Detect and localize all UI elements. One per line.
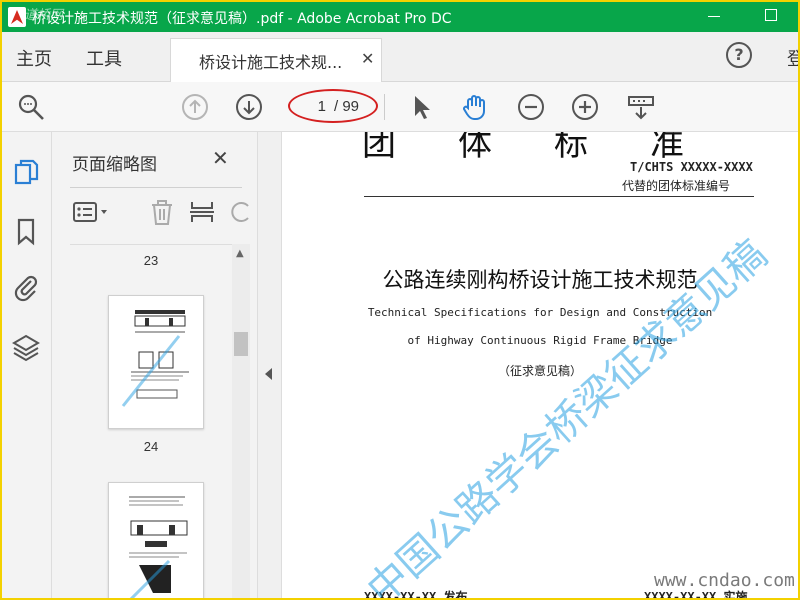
delete-page-icon[interactable] [148,198,176,226]
select-cursor-icon[interactable] [406,92,436,122]
extract-page-icon[interactable] [188,198,216,226]
rotate-page-icon[interactable] [228,198,256,226]
annotation-circle [288,89,378,123]
thumbnails-scrollbar[interactable]: ▲ [232,244,250,598]
document-tab-label: 桥设计施工技术规... [199,53,343,72]
standard-number: T/CHTS XXXXX-XXXX [630,160,753,174]
app-window: 道桥网 桥设计施工技术规范（征求意见稿）.pdf - Adobe Acrobat… [2,2,798,598]
draft-note: （征求意见稿） [497,364,582,378]
scroll-up-icon[interactable]: ▲ [236,248,244,259]
close-panel-icon[interactable]: ✕ [212,146,229,170]
home-tab[interactable]: 主页 [16,45,52,71]
thumbnails-panel: 页面缩略图 ✕ 23 24 ▲ [52,132,258,598]
thumbnails-list: 23 24 [70,244,232,598]
panel-toolbar [70,192,250,232]
panel-divider [70,187,242,188]
panel-collapse-strip[interactable] [258,132,282,598]
document-tab[interactable]: 桥设计施工技术规... ✕ [170,38,382,83]
zoom-search-icon[interactable] [16,92,46,122]
collapse-arrow-icon[interactable] [265,368,272,380]
page-thumbnail[interactable] [108,295,204,429]
attachment-icon[interactable] [11,272,41,302]
minimize-button[interactable] [708,16,720,17]
page-display-icon[interactable] [626,92,656,122]
page-thumbnail[interactable] [108,482,204,598]
english-title-line2: of Highway Continuous Rigid Frame Bridge [407,334,673,347]
site-watermark: www.cndao.com [654,570,795,591]
title-bar: 道桥网 桥设计施工技术规范（征求意见稿）.pdf - Adobe Acrobat… [2,2,798,32]
bookmark-icon[interactable] [11,216,41,246]
thumbnail-number: 24 [143,439,159,454]
options-menu-icon[interactable] [72,198,112,226]
toolbar: / 99 [2,82,798,132]
next-page-icon[interactable] [234,92,264,122]
document-view[interactable]: 团体标准 T/CHTS XXXXX-XXXX 代替的团体标准编号 公路连续刚构桥… [282,132,798,598]
zoom-out-icon[interactable] [516,92,546,122]
menu-bar: 主页 工具 桥设计施工技术规... ✕ ? 登 [2,32,798,83]
thumbnail-number: 23 [143,253,159,268]
toolbar-divider [384,94,385,120]
help-icon[interactable]: ? [726,42,752,68]
panel-title: 页面缩略图 [72,155,157,175]
maximize-button[interactable] [765,9,777,21]
layers-icon[interactable] [11,332,41,362]
heading-rule [364,196,754,197]
scrollbar-thumb[interactable] [234,332,248,356]
left-navigation [2,132,52,598]
window-title: 桥设计施工技术规范（征求意见稿）.pdf - Adobe Acrobat Pro… [32,11,452,27]
hand-tool-icon[interactable] [460,92,490,122]
standard-replaces: 代替的团体标准编号 [622,179,731,193]
previous-page-icon[interactable] [180,92,210,122]
page-thumbnails-icon[interactable] [11,158,41,188]
zoom-in-icon[interactable] [570,92,600,122]
tools-tab[interactable]: 工具 [86,45,122,71]
page-navigator: / 99 [288,89,378,123]
close-tab-icon[interactable]: ✕ [361,49,374,68]
sign-in-link[interactable]: 登 [787,45,798,71]
